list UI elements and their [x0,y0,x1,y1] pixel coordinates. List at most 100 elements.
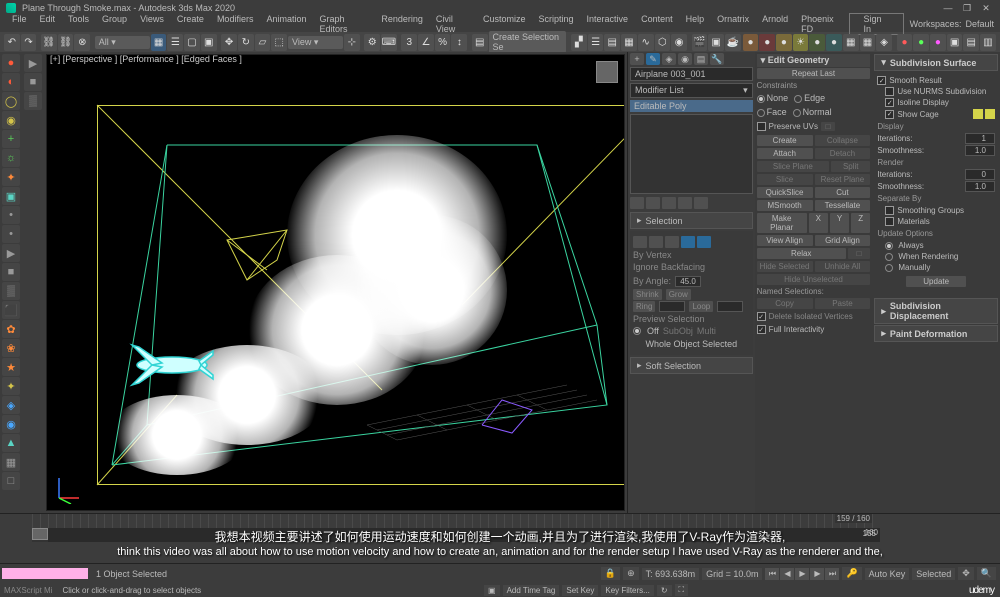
full-interactivity-checkbox[interactable] [757,325,766,334]
fx-icon[interactable]: ● [930,34,946,51]
placement-icon[interactable]: ⬚ [271,34,287,51]
keyboard-shortcut-icon[interactable]: ⌨ [381,34,397,51]
object-name-field[interactable]: Airplane 003_001 [630,67,753,81]
by-angle-spinner[interactable]: 45.0 [675,276,701,287]
redo-icon[interactable]: ↷ [21,34,37,51]
cage-color-a[interactable] [973,109,983,119]
phoenix-tool-0[interactable]: ● [2,54,20,72]
copy-named-button[interactable]: Copy [757,298,813,309]
material-editor-icon[interactable]: ◉ [671,34,687,51]
phoenix-tool-20[interactable]: ▲ [2,434,20,452]
auto-key-button[interactable]: Auto Key [865,568,910,580]
align-icon[interactable]: ☰ [588,34,604,51]
viewport-rotate-icon[interactable]: ↻ [657,585,672,596]
menu-civil-view[interactable]: Civil View [430,13,476,35]
select-region-icon[interactable]: ▢ [184,34,200,51]
show-end-result-icon[interactable] [646,197,660,209]
show-cage-checkbox[interactable] [885,110,894,119]
menu-animation[interactable]: Animation [260,13,312,35]
bind-icon[interactable]: ⊗ [74,34,90,51]
use-pivot-icon[interactable]: ⊹ [344,34,360,51]
schematic-view-icon[interactable]: ⬡ [655,34,671,51]
angle-snap-icon[interactable]: ∠ [418,34,434,51]
edit-geometry-header[interactable]: ▾ Edit Geometry [757,54,871,67]
slice-button[interactable]: Slice [757,174,813,185]
preview-off-radio[interactable] [633,327,641,335]
viewport-max-icon[interactable]: ⛶ [675,584,689,596]
element-subobj-icon[interactable] [697,236,711,248]
rendered-frame-icon[interactable]: ▣ [708,34,724,51]
hide-unselected-button[interactable]: Hide Unselected [757,274,871,285]
menu-group[interactable]: Group [96,13,133,35]
phoenix-tool-18[interactable]: ◈ [2,396,20,414]
smooth-result-checkbox[interactable] [877,76,886,85]
loop-spinner[interactable] [717,301,743,312]
constraint-normal-radio[interactable] [793,109,801,117]
phoenix-tool-4[interactable]: + [2,130,20,148]
fx-icon[interactable]: ▦ [843,34,859,51]
toggle-ribbon-icon[interactable]: ▦ [621,34,637,51]
iterations-spinner[interactable]: 1 [965,133,995,144]
motion-tab-icon[interactable]: ◉ [678,53,692,65]
undo-icon[interactable]: ↶ [4,34,20,51]
select-object-icon[interactable]: ▦ [151,34,167,51]
viewport-canvas[interactable] [46,54,625,511]
fx-icon[interactable]: ▣ [947,34,963,51]
pin-stack-icon[interactable] [630,197,644,209]
phoenix-tool-14[interactable]: ✿ [2,320,20,338]
object-color-swatch[interactable] [2,568,88,579]
cut-button[interactable]: Cut [815,187,871,198]
menu-tools[interactable]: Tools [62,13,95,35]
fx-icon[interactable]: ● [776,34,792,51]
phoenix-tool-7[interactable]: ▣ [2,187,20,205]
fx-icon[interactable]: ● [759,34,775,51]
viewport-nav-icon[interactable]: ✥ [958,567,974,580]
menu-edit[interactable]: Edit [34,13,62,35]
timeline-ruler[interactable]: 159 / 160 [32,514,880,528]
display-tab-icon[interactable]: ▤ [694,53,708,65]
phoenix-tool-6[interactable]: ✦ [2,168,20,186]
ref-coord-dropdown[interactable]: View ▾ [288,36,343,49]
unlink-icon[interactable]: ⛓ [58,34,74,51]
transform-coords[interactable]: T: 693.638m [642,568,700,580]
modifier-stack[interactable] [630,114,753,194]
phoenix-tool-11[interactable]: ■ [2,263,20,281]
planar-y-button[interactable]: Y [830,213,849,233]
update-rendering-radio[interactable] [885,253,893,261]
constraint-none-radio[interactable] [757,95,765,103]
render-smooth-spinner[interactable]: 1.0 [965,181,995,192]
isolate-icon[interactable]: ▣ [484,585,500,596]
play-icon[interactable]: ▶ [795,568,809,580]
cage-color-b[interactable] [985,109,995,119]
prev-frame-icon[interactable]: ◀ [780,568,794,580]
fx-icon[interactable]: ● [826,34,842,51]
polygon-subobj-icon[interactable] [681,236,695,248]
select-name-icon[interactable]: ☰ [167,34,183,51]
named-selection-icon[interactable]: ▤ [472,34,488,51]
time-slider-knob[interactable] [32,528,48,540]
selection-filter-dropdown[interactable]: All ▾ [95,36,150,49]
manipulate-icon[interactable]: ⚙ [364,34,380,51]
menu-content[interactable]: Content [635,13,679,35]
preserve-uv-checkbox[interactable] [757,122,766,131]
menu-phoenix-fd[interactable]: Phoenix FD [795,13,848,35]
shrink-button[interactable]: Shrink [633,289,662,300]
ignore-backfacing-checkbox[interactable]: Ignore Backfacing [633,262,750,272]
phoenix-tool-21[interactable]: ▦ [2,453,20,471]
window-crossing-icon[interactable]: ▣ [201,34,217,51]
fx-icon[interactable]: ▥ [980,34,996,51]
fx-icon[interactable]: ● [809,34,825,51]
tessellate-button[interactable]: Tessellate [815,200,871,211]
fx-icon[interactable]: ☀ [793,34,809,51]
subdiv-surface-header[interactable]: ▾ Subdivision Surface [874,54,998,71]
configure-sets-icon[interactable] [694,197,708,209]
link-icon[interactable]: ⛓ [41,34,57,51]
key-filter-dropdown[interactable]: Selected [912,568,955,580]
sign-in-button[interactable]: Sign In [849,13,904,35]
menu-help[interactable]: Help [680,13,711,35]
ring-spinner[interactable] [659,301,685,312]
phoenix-tool-19[interactable]: ◉ [2,415,20,433]
vertex-subobj-icon[interactable] [633,236,647,248]
unhide-all-button[interactable]: Unhide All [815,261,871,272]
menu-file[interactable]: File [6,13,33,35]
